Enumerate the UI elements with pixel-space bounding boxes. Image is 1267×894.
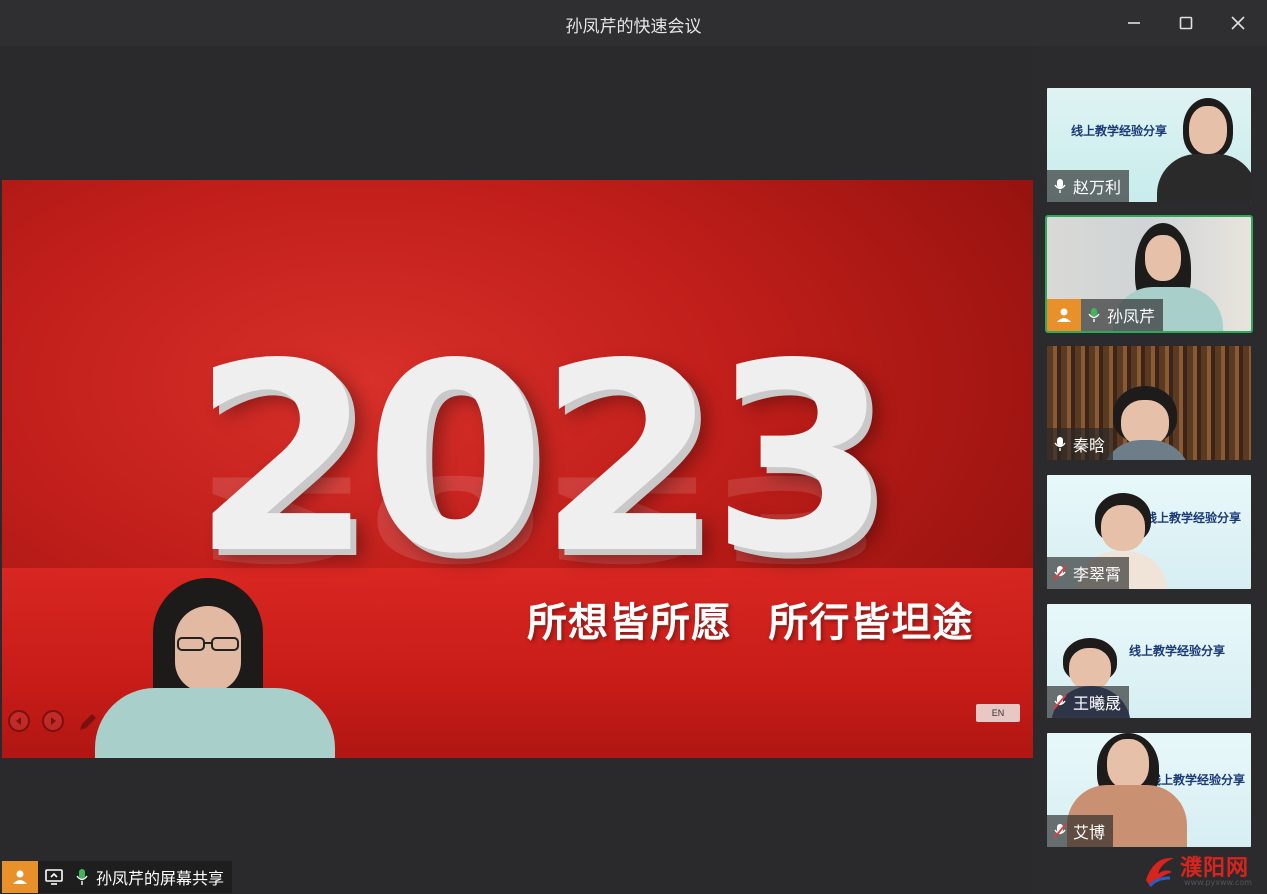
microphone-muted-icon: [1053, 565, 1067, 581]
participant-name: 李翠霄: [1073, 567, 1122, 584]
minimize-button[interactable]: [1121, 10, 1147, 36]
screen-share-text: 孙凤芹的屏幕共享: [96, 871, 225, 888]
participant-tile[interactable]: 线上教学经验分享 赵万利: [1045, 86, 1253, 204]
mic-wrap: [1047, 815, 1073, 847]
microphone-icon: [1054, 179, 1066, 193]
microphone-muted-icon: [1053, 694, 1067, 710]
participant-name-tag: 艾博: [1047, 815, 1114, 847]
host-badge: [2, 861, 38, 893]
participant-name: 王曦晟: [1073, 696, 1122, 713]
mic-wrap: [1081, 299, 1107, 331]
participant-tile[interactable]: 线上教学经验分享 艾博: [1045, 731, 1253, 849]
screen-share-label: 孙凤芹的屏幕共享: [2, 861, 233, 893]
watermark-logo-icon: [1146, 857, 1174, 887]
screen-share-icon-wrap: [42, 865, 66, 889]
slide-year: 2023: [192, 309, 892, 611]
prev-slide-button[interactable]: [8, 710, 30, 732]
microphone-icon: [1054, 437, 1066, 451]
next-slide-button[interactable]: [42, 710, 64, 732]
close-button[interactable]: [1225, 10, 1251, 36]
watermark-url: www.pyxww.com: [1184, 878, 1252, 887]
watermark: 濮阳网 www.pyxww.com: [1140, 848, 1264, 892]
participant-name-tag: 孙凤芹: [1047, 299, 1164, 331]
slide-controls: [8, 710, 100, 734]
participant-name: 孙凤芹: [1107, 309, 1156, 326]
mic-wrap: [1047, 686, 1073, 718]
minimize-icon: [1128, 22, 1140, 24]
close-icon: [1231, 16, 1245, 30]
microphone-active-icon: [1088, 308, 1100, 322]
participant-tile-active[interactable]: 孙凤芹: [1045, 215, 1253, 333]
participant-name: 秦晗: [1073, 438, 1106, 455]
participant-name-tag: 赵万利: [1047, 170, 1130, 202]
mic-wrap: [1047, 428, 1073, 460]
participant-name: 艾博: [1073, 825, 1106, 842]
microphone-muted-icon: [1053, 823, 1067, 839]
participant-name-tag: 秦晗: [1047, 428, 1114, 460]
participant-panel: 线上教学经验分享 赵万利 孙凤芹 秦晗 线上教学经验分享 李翠霄 线上教学经验分…: [1033, 46, 1267, 894]
prev-slide-icon: [16, 717, 21, 725]
participant-tile[interactable]: 秦晗: [1045, 344, 1253, 462]
host-user-icon: [13, 870, 27, 884]
glasses-icon: [177, 637, 239, 651]
title-bar: 孙凤芹的快速会议: [0, 0, 1267, 46]
participant-name-tag: 王曦晟: [1047, 686, 1130, 718]
host-user-icon: [1057, 308, 1071, 322]
slide-slogan: 所想皆所愿 所行皆坦途: [527, 601, 974, 645]
next-slide-icon: [51, 717, 56, 725]
language-badge-label: EN: [991, 708, 1005, 718]
shared-screen-stage: 2023 2023 所想皆所愿 所行皆坦途 EN: [0, 46, 1033, 894]
share-mic-wrap: [70, 865, 94, 889]
screen-share-icon: [45, 869, 63, 885]
participant-tile[interactable]: 线上教学经验分享 李翠霄: [1045, 473, 1253, 591]
maximize-icon: [1179, 16, 1193, 30]
maximize-button[interactable]: [1173, 10, 1199, 36]
window-title: 孙凤芹的快速会议: [565, 17, 702, 36]
presenter-body: [95, 688, 335, 758]
presenter-video-overlay: [95, 578, 335, 758]
participant-tile[interactable]: 线上教学经验分享 王曦晟: [1045, 602, 1253, 720]
host-badge: [1047, 299, 1081, 331]
mic-wrap: [1047, 170, 1073, 202]
mic-wrap: [1047, 557, 1073, 589]
participant-name: 赵万利: [1073, 180, 1122, 197]
participant-name-tag: 李翠霄: [1047, 557, 1130, 589]
language-badge[interactable]: EN: [976, 704, 1020, 722]
microphone-icon: [76, 869, 88, 885]
